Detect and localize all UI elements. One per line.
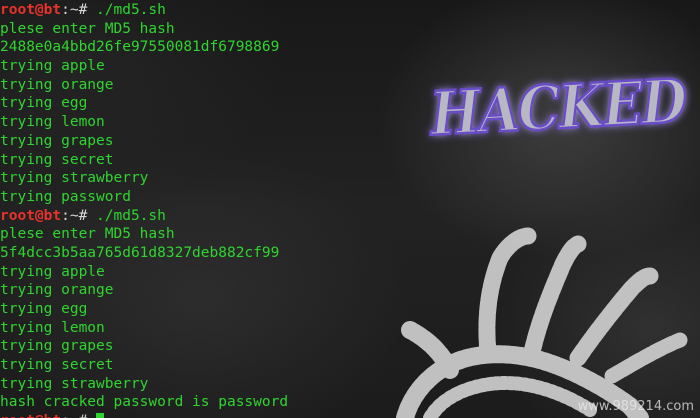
- text-cursor[interactable]: [96, 413, 105, 418]
- hacked-logo: HACKED: [426, 65, 690, 151]
- output-line: trying apple: [0, 263, 105, 280]
- output-line: trying lemon: [0, 114, 105, 131]
- output-line: trying secret: [0, 357, 114, 374]
- output-line: plese enter MD5 hash: [0, 20, 175, 37]
- output-line: plese enter MD5 hash: [0, 226, 175, 243]
- output-line: trying grapes: [0, 132, 114, 149]
- output-line: trying strawberry: [0, 170, 149, 187]
- output-line: trying egg: [0, 95, 88, 112]
- output-line: trying orange: [0, 76, 114, 93]
- output-line: trying strawberry: [0, 375, 149, 392]
- output-line: trying orange: [0, 282, 114, 299]
- output-line: trying password: [0, 188, 131, 205]
- output-line: trying secret: [0, 151, 114, 168]
- output-line: 5f4dcc3b5aa765d61d8327deb882cf99: [0, 244, 280, 261]
- hacked-logo-text: HACKED: [427, 66, 689, 149]
- prompt-path: :~#: [61, 207, 97, 224]
- prompt-user: root@bt: [0, 413, 61, 418]
- hand-icon: [396, 227, 688, 418]
- prompt-line: root@bt:~#: [0, 412, 288, 418]
- terminal-output: root@bt:~# ./md5.sh plese enter MD5 hash 2…: [0, 1, 288, 418]
- output-line: hash cracked password is password: [0, 394, 289, 411]
- command-text: ./md5.sh: [96, 207, 166, 224]
- terminal-window[interactable]: HACKED root@bt:~# ./md5.sh plese enter MD…: [0, 0, 700, 418]
- output-line: trying egg: [0, 301, 88, 317]
- output-line: trying grapes: [0, 338, 114, 355]
- output-line: 2488e0a4bbd26fe97550081df6798869: [0, 39, 280, 56]
- prompt-path: :~#: [61, 2, 97, 18]
- prompt-user: root@bt: [0, 207, 62, 224]
- output-line: trying lemon: [0, 319, 105, 336]
- prompt-line: root@bt:~# ./md5.sh: [0, 207, 288, 226]
- command-text: ./md5.sh: [96, 2, 166, 18]
- output-line: trying apple: [0, 58, 105, 75]
- prompt-user: root@bt: [0, 2, 62, 18]
- watermark: www.989214.com: [577, 399, 694, 414]
- prompt-line: root@bt:~# ./md5.sh: [0, 1, 288, 20]
- prompt-path: :~#: [61, 413, 96, 418]
